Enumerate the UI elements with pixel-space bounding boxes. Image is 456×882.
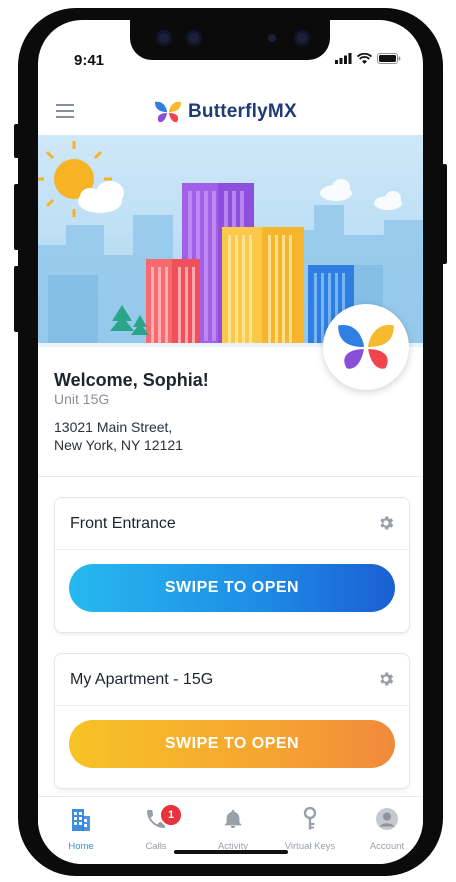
brand-logo: ButterflyMX [154, 100, 297, 124]
butterfly-icon [338, 325, 394, 369]
key-icon [303, 806, 317, 830]
address-line-2: New York, NY 12121 [54, 437, 183, 453]
section-divider [38, 476, 423, 477]
gear-icon[interactable] [377, 670, 395, 688]
tab-account[interactable]: Account [352, 807, 422, 852]
unit-label: Unit 15G [54, 391, 110, 407]
camera-icon [156, 30, 172, 46]
building-logo [323, 304, 409, 390]
door-card-my-apartment: My Apartment - 15G SWIPE TO OPEN [54, 653, 410, 789]
app-header: ButterflyMX [38, 90, 423, 135]
calls-badge: 1 [159, 803, 183, 827]
door-name: Front Entrance [70, 515, 176, 532]
home-indicator[interactable] [174, 850, 288, 854]
user-icon [376, 808, 398, 830]
notch [130, 20, 330, 60]
address-line-1: 13021 Main Street, [54, 419, 173, 435]
tab-virtual-keys[interactable]: Virtual Keys [275, 806, 345, 852]
brand-name: ButterflyMX [188, 101, 297, 122]
card-divider [55, 705, 409, 706]
tab-label: Home [68, 841, 94, 852]
menu-icon[interactable] [56, 104, 74, 118]
sensor-icon [268, 34, 276, 42]
gear-icon[interactable] [377, 514, 395, 532]
signal-icon [335, 53, 352, 64]
swipe-to-open-button[interactable]: SWIPE TO OPEN [69, 564, 395, 612]
door-card-front-entrance: Front Entrance SWIPE TO OPEN [54, 497, 410, 633]
welcome-greeting: Welcome, Sophia! [54, 370, 209, 390]
butterfly-icon [155, 101, 181, 123]
card-divider [55, 549, 409, 550]
status-icons [335, 53, 401, 64]
tab-label: Account [369, 841, 405, 852]
battery-icon [377, 53, 401, 64]
tab-calls[interactable]: 1 Calls [121, 803, 191, 852]
app-screen: 9:41 ButterflyMX Welcome, Sophia! Unit 1… [38, 20, 423, 864]
tab-activity[interactable]: Activity [198, 807, 268, 852]
swipe-to-open-button[interactable]: SWIPE TO OPEN [69, 720, 395, 768]
bell-icon [224, 809, 242, 829]
wifi-icon [357, 53, 372, 64]
door-name: My Apartment - 15G [70, 671, 214, 688]
building-icon [72, 809, 90, 831]
camera-icon [294, 30, 310, 46]
camera-icon [186, 30, 202, 46]
tab-home[interactable]: Home [46, 807, 116, 852]
phone-frame: 9:41 ButterflyMX Welcome, Sophia! Unit 1… [18, 8, 443, 876]
status-bar: 9:41 [38, 20, 423, 90]
status-time: 9:41 [74, 52, 105, 69]
